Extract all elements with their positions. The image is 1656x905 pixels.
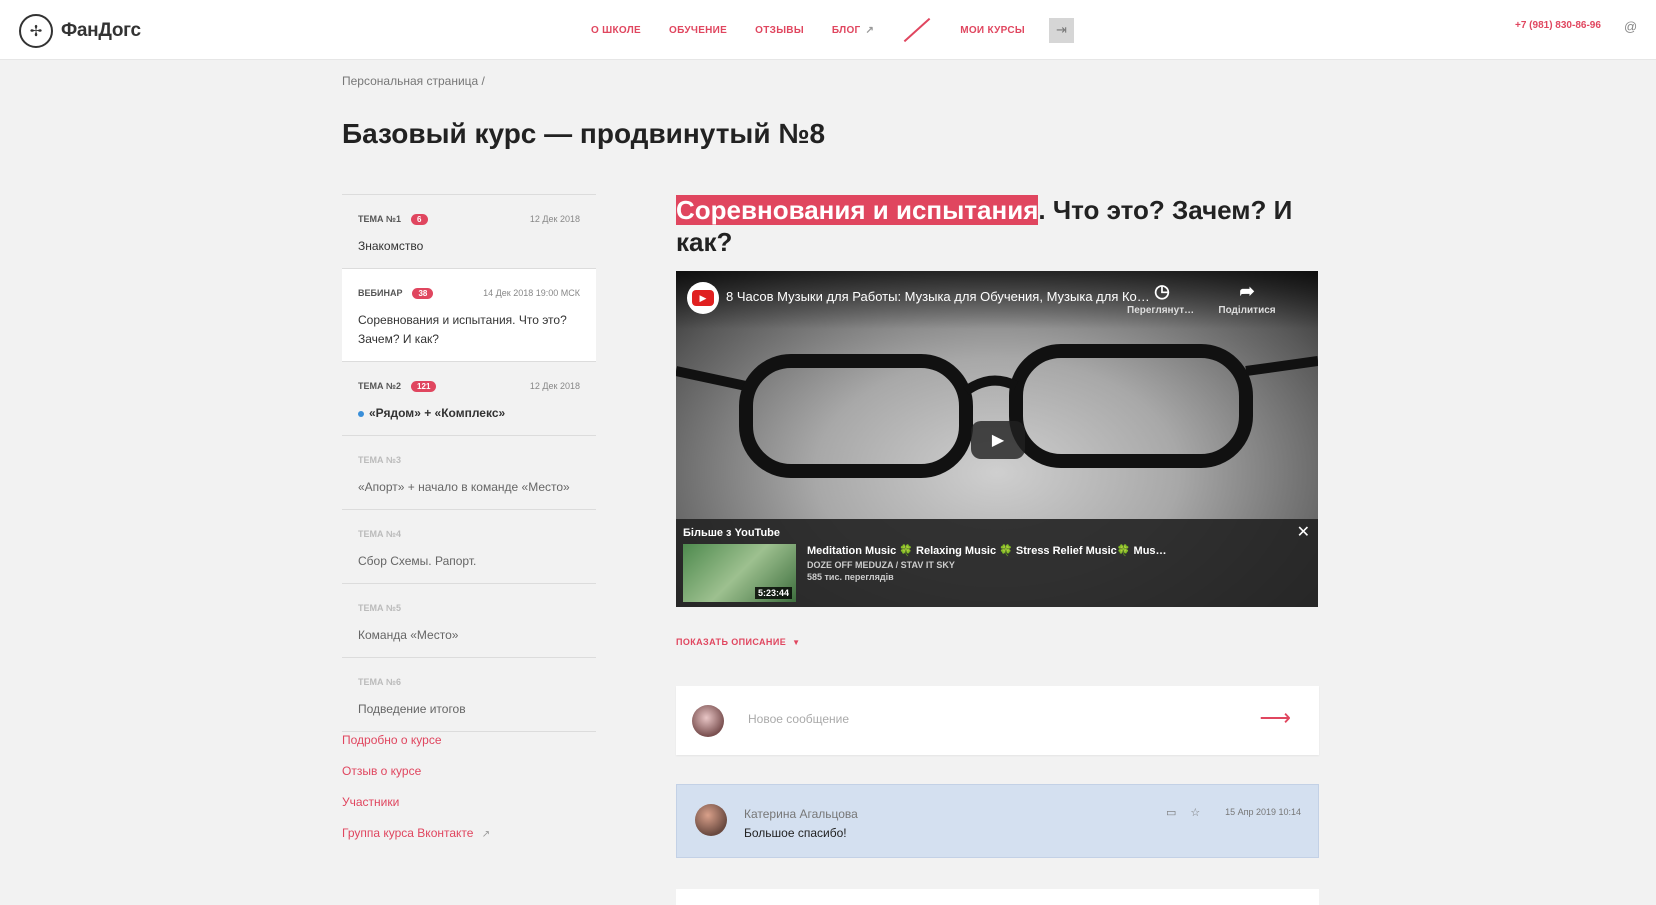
external-link-icon: ↗ — [865, 24, 875, 36]
lesson-item[interactable]: Тема №2 121 12 Дек 2018 «Рядом» + «Компле… — [342, 362, 596, 436]
show-description-button[interactable]: Показать описание ▼ — [676, 637, 800, 647]
share-label: Поділитися — [1218, 305, 1276, 316]
comment-date: 15 Апр 2019 10:14 — [1225, 807, 1301, 817]
logout-icon[interactable]: ⇥ — [1049, 17, 1074, 43]
logo-dog-icon: ✢ — [19, 14, 53, 48]
lesson-date: 14 Дек 2018 19:00 МСК — [483, 288, 580, 298]
lesson-tag: Тема №5 — [358, 603, 402, 613]
clock-icon: ◷ — [1154, 281, 1170, 301]
next-comment-card — [676, 889, 1319, 905]
watch-later-button[interactable]: ◷ Переглянути пізніше — [1127, 281, 1197, 316]
logo[interactable]: ✢ ФанДогс — [19, 14, 141, 48]
reply-icon[interactable]: ▭ — [1166, 807, 1176, 819]
avatar — [692, 705, 724, 737]
nav-divider — [903, 17, 931, 43]
unread-dot-icon — [358, 410, 364, 417]
lesson-title: «Апорт» + начало в команде «Место» — [358, 480, 570, 494]
lesson-heading: Соревнования и испытания. Что это? Зачем… — [676, 194, 1296, 258]
play-button[interactable]: ▶ — [971, 421, 1025, 459]
main-nav: О школе Обучение Отзывы Блог ↗ Мои курсы… — [591, 0, 1074, 60]
youtube-player[interactable]: ▶ 8 Часов Музыки для Работы: Музыка для … — [676, 271, 1318, 607]
course-links: Подробно о курсе Отзыв о курсе Участники… — [342, 733, 490, 857]
lesson-title: Подведение итогов — [358, 702, 466, 716]
top-header: ✢ ФанДогс О школе Обучение Отзывы Блог ↗… — [0, 0, 1656, 60]
email-icon[interactable]: @ — [1624, 19, 1637, 34]
share-icon: ➦ — [1239, 281, 1255, 301]
share-button[interactable]: ➦ Поділитися — [1212, 281, 1282, 316]
comment-actions: ▭ ☆ — [1166, 806, 1214, 819]
lesson-item-locked: Тема №4 Сбор Схемы. Рапорт. — [342, 510, 596, 584]
comment-count-badge: 38 — [412, 287, 434, 299]
nav-blog[interactable]: Блог ↗ — [832, 25, 874, 36]
nav-my-courses[interactable]: Мои курсы — [960, 25, 1025, 36]
lesson-tag: Вебинар 38 — [358, 287, 434, 299]
breadcrumb[interactable]: Персональная страница / — [342, 74, 485, 88]
nav-blog-label: Блог — [831, 24, 861, 36]
lesson-date: 12 Дек 2018 — [529, 381, 580, 391]
participants-link[interactable]: Участники — [342, 795, 490, 810]
close-icon[interactable]: ✕ — [1297, 522, 1310, 542]
chevron-down-icon: ▼ — [792, 637, 801, 647]
lesson-title: «Рядом» + «Комплекс» — [358, 404, 580, 423]
send-arrow-icon[interactable]: ⟶ — [1259, 705, 1291, 731]
show-description-label: Показать описание — [676, 637, 787, 647]
lesson-list: Тема №1 6 12 Дек 2018 Знакомство Вебинар 3… — [342, 194, 596, 732]
heading-highlight: Соревнования и испытания — [676, 195, 1039, 225]
comment-card: Катерина Агальцова Большое спасибо! ▭ ☆ 1… — [676, 784, 1319, 858]
video-duration: 5:23:44 — [754, 587, 792, 599]
lesson-tag: Тема №1 6 — [358, 213, 428, 225]
lesson-tag: Тема №4 — [358, 529, 402, 539]
video-title[interactable]: 8 Часов Музыки для Работы: Музыка для Об… — [726, 289, 1156, 304]
lesson-item-active[interactable]: Вебинар 38 14 Дек 2018 19:00 МСК Соревнов… — [342, 269, 596, 362]
course-details-link[interactable]: Подробно о курсе — [342, 733, 490, 748]
play-icon: ▶ — [991, 432, 1005, 449]
message-composer: ⟶ — [676, 686, 1319, 755]
recommended-title[interactable]: Meditation Music 🍀 Relaxing Music 🍀 Stre… — [807, 544, 1167, 557]
lesson-title: Знакомство — [358, 239, 424, 253]
lesson-date: 12 Дек 2018 — [529, 214, 580, 224]
comment-author[interactable]: Катерина Агальцова — [744, 807, 858, 821]
new-message-input[interactable] — [748, 712, 1218, 726]
more-videos-label: Більше з YouTube — [683, 527, 780, 539]
nav-reviews[interactable]: Отзывы — [755, 25, 804, 36]
external-link-icon: ↗ — [481, 829, 491, 840]
recommended-views: 585 тис. переглядів — [807, 572, 894, 582]
star-icon[interactable]: ☆ — [1190, 807, 1200, 819]
logo-text: ФанДогс — [61, 20, 141, 41]
lesson-tag: Тема №6 — [358, 677, 402, 687]
page-title: Базовый курс — продвинутый №8 — [342, 118, 826, 149]
lesson-title: Команда «Место» — [358, 628, 459, 642]
phone-link[interactable]: +7 (981) 830-86-96 — [1515, 20, 1601, 31]
lesson-item-locked: Тема №5 Команда «Место» — [342, 584, 596, 658]
lesson-title: Сбор Схемы. Рапорт. — [358, 554, 477, 568]
channel-avatar-icon[interactable]: ▶ — [687, 282, 719, 314]
lesson-item-locked: Тема №3 «Апорт» + начало в команде «Мест… — [342, 436, 596, 510]
lesson-tag: Тема №3 — [358, 455, 402, 465]
comment-count-badge: 121 — [411, 380, 437, 392]
recommended-channel: DOZE OFF MEDUZA / STAV IT SKY — [807, 560, 955, 570]
lesson-item-locked: Тема №6 Подведение итогов — [342, 658, 596, 732]
more-videos-panel: Більше з YouTube ✕ 5:23:44 Meditation Mu… — [676, 519, 1318, 607]
comment-count-badge: 6 — [411, 213, 428, 225]
nav-about[interactable]: О школе — [591, 25, 641, 36]
avatar[interactable] — [695, 804, 727, 836]
course-review-link[interactable]: Отзыв о курсе — [342, 764, 490, 779]
comment-text: Большое спасибо! — [744, 826, 847, 840]
lesson-item[interactable]: Тема №1 6 12 Дек 2018 Знакомство — [342, 195, 596, 269]
vk-group-link[interactable]: Группа курса Вконтакте ↗ — [342, 826, 490, 841]
nav-learning[interactable]: Обучение — [669, 25, 727, 36]
recommended-thumbnail[interactable]: 5:23:44 — [683, 544, 796, 602]
lesson-tag: Тема №2 121 — [358, 380, 437, 392]
lesson-title: Соревнования и испытания. Что это? Зачем… — [358, 313, 567, 346]
watch-later-label: Переглянути пізніше — [1127, 305, 1197, 316]
